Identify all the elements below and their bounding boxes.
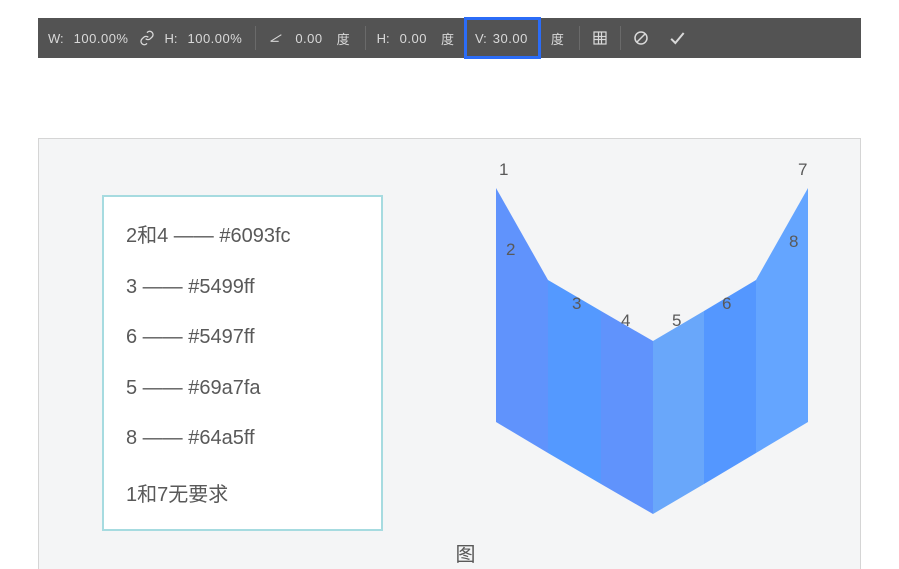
height-value[interactable]: 100.00% [187,31,242,46]
separator [620,26,621,50]
h-skew-value[interactable]: 0.00 [400,31,427,46]
separator [255,26,256,50]
separator [365,26,366,50]
width-label: W: [48,31,64,46]
face-5 [653,311,704,514]
width-value[interactable]: 100.00% [74,31,129,46]
angle-value[interactable]: 0.00 [295,31,322,46]
content-panel: 2和4 —— #6093fc 3 —— #5499ff 6 —— #5497ff… [38,138,861,569]
height-label: H: [164,31,177,46]
angle-unit: 度 [337,29,350,48]
shear-icon [265,27,287,49]
legend-row: 3 —— #5499ff [126,276,359,299]
polygon-figure: 1 2 3 4 5 6 7 8 [444,151,861,569]
link-icon[interactable] [136,27,158,49]
label-6: 6 [722,294,731,313]
label-8: 8 [789,232,798,251]
face-4 [601,311,653,514]
legend-row: 8 —— #64a5ff [126,427,359,450]
warp-icon[interactable] [589,27,611,49]
h-skew-unit: 度 [441,29,454,48]
legend-row: 1和7无要求 [126,478,359,507]
label-3: 3 [572,294,581,313]
v-skew-highlight: V: 30.00 [464,17,541,59]
face-2 [496,188,548,453]
legend-row: 6 —— #5497ff [126,326,359,349]
figure-caption: 图 [456,538,476,567]
v-skew-value[interactable]: 30.00 [493,31,528,46]
transform-options-bar: W: 100.00% H: 100.00% 0.00 度 H: 0.00 度 V… [38,18,861,58]
legend-row: 5 —— #69a7fa [126,377,359,400]
legend-row: 2和4 —— #6093fc [126,219,359,248]
v-skew-label: V: [475,31,487,46]
v-skew-unit: 度 [551,29,564,48]
face-8 [756,188,808,453]
color-legend-box: 2和4 —— #6093fc 3 —— #5499ff 6 —— #5497ff… [102,195,383,531]
commit-icon[interactable] [666,27,688,49]
separator [579,26,580,50]
cancel-icon[interactable] [630,27,652,49]
label-1: 1 [499,160,508,179]
h-skew-label: H: [377,31,390,46]
label-4: 4 [621,311,630,330]
label-5: 5 [672,311,681,330]
label-7: 7 [798,160,807,179]
label-2: 2 [506,240,515,259]
